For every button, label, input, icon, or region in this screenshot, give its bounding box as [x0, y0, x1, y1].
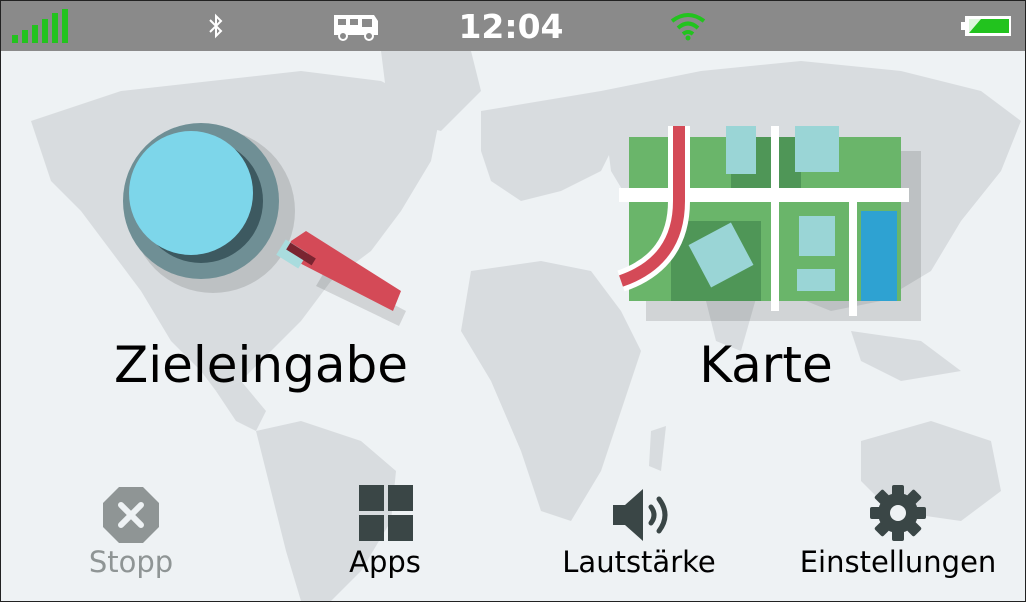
settings-button[interactable]: Einstellungen: [791, 479, 1005, 591]
volume-label: Lautstärke: [562, 545, 716, 579]
camper-van-icon: [327, 1, 385, 51]
destination-label: Zieleingabe: [113, 336, 409, 394]
settings-label: Einstellungen: [799, 545, 997, 579]
speaker-icon: [613, 489, 668, 541]
stop-x-icon: [103, 487, 159, 543]
status-bar: 12:04: [1, 1, 1025, 51]
signal-bars-icon: [9, 1, 69, 51]
clock: 12:04: [458, 6, 564, 46]
apps-button[interactable]: Apps: [315, 479, 455, 591]
destination-tile[interactable]: Zieleingabe: [101, 111, 421, 411]
bluetooth-icon: [201, 1, 231, 51]
wifi-icon: [665, 1, 711, 51]
apps-grid-icon: [359, 485, 413, 541]
stop-button[interactable]: Stopp: [61, 479, 201, 591]
gear-icon: [870, 485, 926, 541]
battery-icon: [959, 1, 1015, 51]
home-screen: 12:04 Zieleingabe Karte Stopp Apps Lauts…: [0, 0, 1026, 602]
map-label: Karte: [699, 336, 833, 394]
map-icon: [617, 126, 921, 321]
magnifier-icon: [123, 123, 406, 326]
stop-label: Stopp: [88, 545, 174, 579]
apps-label: Apps: [349, 545, 421, 579]
volume-button[interactable]: Lautstärke: [549, 479, 729, 591]
map-tile[interactable]: Karte: [611, 111, 921, 411]
